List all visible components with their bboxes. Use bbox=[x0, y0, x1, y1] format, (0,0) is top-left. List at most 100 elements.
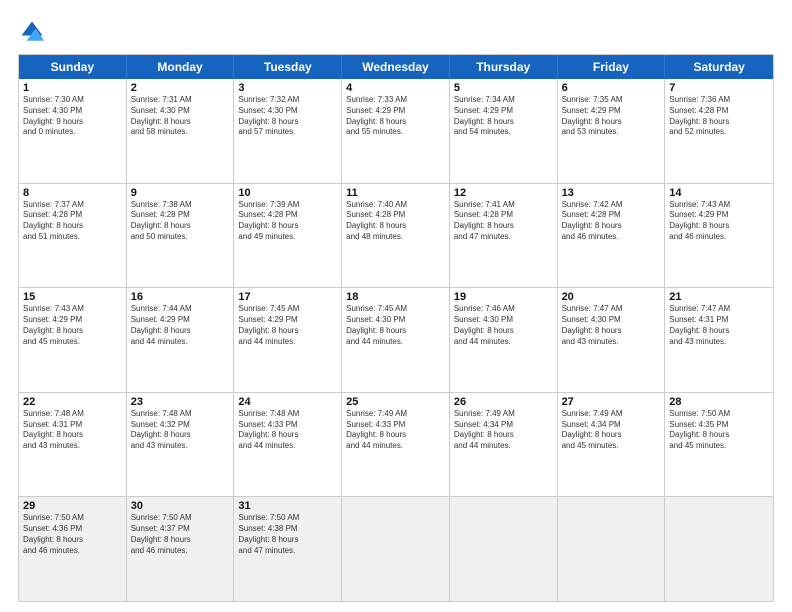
cell-text: Sunrise: 7:37 AMSunset: 4:28 PMDaylight:… bbox=[23, 200, 122, 243]
day-number: 7 bbox=[669, 82, 769, 94]
cell-text: Sunrise: 7:45 AMSunset: 4:29 PMDaylight:… bbox=[238, 304, 337, 347]
calendar-cell: 25Sunrise: 7:49 AMSunset: 4:33 PMDayligh… bbox=[342, 393, 450, 497]
calendar-cell: 16Sunrise: 7:44 AMSunset: 4:29 PMDayligh… bbox=[127, 288, 235, 392]
cell-text: Sunrise: 7:30 AMSunset: 4:30 PMDaylight:… bbox=[23, 95, 122, 138]
calendar-cell: 12Sunrise: 7:41 AMSunset: 4:28 PMDayligh… bbox=[450, 184, 558, 288]
calendar-cell bbox=[558, 497, 666, 601]
calendar-cell: 20Sunrise: 7:47 AMSunset: 4:30 PMDayligh… bbox=[558, 288, 666, 392]
cell-text: Sunrise: 7:45 AMSunset: 4:30 PMDaylight:… bbox=[346, 304, 445, 347]
header-day: Sunday bbox=[19, 55, 127, 79]
calendar: SundayMondayTuesdayWednesdayThursdayFrid… bbox=[18, 54, 774, 602]
day-number: 27 bbox=[562, 396, 661, 408]
day-number: 12 bbox=[454, 187, 553, 199]
calendar-row: 1Sunrise: 7:30 AMSunset: 4:30 PMDaylight… bbox=[19, 79, 773, 183]
calendar-cell: 17Sunrise: 7:45 AMSunset: 4:29 PMDayligh… bbox=[234, 288, 342, 392]
day-number: 13 bbox=[562, 187, 661, 199]
day-number: 24 bbox=[238, 396, 337, 408]
calendar-header: SundayMondayTuesdayWednesdayThursdayFrid… bbox=[19, 55, 773, 79]
day-number: 1 bbox=[23, 82, 122, 94]
calendar-cell: 1Sunrise: 7:30 AMSunset: 4:30 PMDaylight… bbox=[19, 79, 127, 183]
cell-text: Sunrise: 7:31 AMSunset: 4:30 PMDaylight:… bbox=[131, 95, 230, 138]
day-number: 29 bbox=[23, 500, 122, 512]
day-number: 3 bbox=[238, 82, 337, 94]
cell-text: Sunrise: 7:50 AMSunset: 4:36 PMDaylight:… bbox=[23, 513, 122, 556]
cell-text: Sunrise: 7:34 AMSunset: 4:29 PMDaylight:… bbox=[454, 95, 553, 138]
day-number: 30 bbox=[131, 500, 230, 512]
header-day: Friday bbox=[558, 55, 666, 79]
cell-text: Sunrise: 7:42 AMSunset: 4:28 PMDaylight:… bbox=[562, 200, 661, 243]
calendar-cell: 21Sunrise: 7:47 AMSunset: 4:31 PMDayligh… bbox=[665, 288, 773, 392]
cell-text: Sunrise: 7:44 AMSunset: 4:29 PMDaylight:… bbox=[131, 304, 230, 347]
calendar-row: 8Sunrise: 7:37 AMSunset: 4:28 PMDaylight… bbox=[19, 183, 773, 288]
day-number: 15 bbox=[23, 291, 122, 303]
calendar-row: 15Sunrise: 7:43 AMSunset: 4:29 PMDayligh… bbox=[19, 287, 773, 392]
day-number: 14 bbox=[669, 187, 769, 199]
calendar-cell: 5Sunrise: 7:34 AMSunset: 4:29 PMDaylight… bbox=[450, 79, 558, 183]
calendar-cell: 7Sunrise: 7:36 AMSunset: 4:28 PMDaylight… bbox=[665, 79, 773, 183]
cell-text: Sunrise: 7:47 AMSunset: 4:30 PMDaylight:… bbox=[562, 304, 661, 347]
header-day: Monday bbox=[127, 55, 235, 79]
calendar-cell: 23Sunrise: 7:48 AMSunset: 4:32 PMDayligh… bbox=[127, 393, 235, 497]
calendar-cell bbox=[665, 497, 773, 601]
header-day: Saturday bbox=[665, 55, 773, 79]
cell-text: Sunrise: 7:40 AMSunset: 4:28 PMDaylight:… bbox=[346, 200, 445, 243]
cell-text: Sunrise: 7:41 AMSunset: 4:28 PMDaylight:… bbox=[454, 200, 553, 243]
day-number: 5 bbox=[454, 82, 553, 94]
day-number: 28 bbox=[669, 396, 769, 408]
cell-text: Sunrise: 7:49 AMSunset: 4:33 PMDaylight:… bbox=[346, 409, 445, 452]
cell-text: Sunrise: 7:49 AMSunset: 4:34 PMDaylight:… bbox=[562, 409, 661, 452]
calendar-cell: 11Sunrise: 7:40 AMSunset: 4:28 PMDayligh… bbox=[342, 184, 450, 288]
calendar-cell: 2Sunrise: 7:31 AMSunset: 4:30 PMDaylight… bbox=[127, 79, 235, 183]
day-number: 21 bbox=[669, 291, 769, 303]
day-number: 20 bbox=[562, 291, 661, 303]
cell-text: Sunrise: 7:43 AMSunset: 4:29 PMDaylight:… bbox=[669, 200, 769, 243]
cell-text: Sunrise: 7:50 AMSunset: 4:35 PMDaylight:… bbox=[669, 409, 769, 452]
calendar-cell bbox=[450, 497, 558, 601]
cell-text: Sunrise: 7:48 AMSunset: 4:32 PMDaylight:… bbox=[131, 409, 230, 452]
logo-icon bbox=[18, 18, 46, 46]
cell-text: Sunrise: 7:39 AMSunset: 4:28 PMDaylight:… bbox=[238, 200, 337, 243]
day-number: 16 bbox=[131, 291, 230, 303]
calendar-cell: 30Sunrise: 7:50 AMSunset: 4:37 PMDayligh… bbox=[127, 497, 235, 601]
cell-text: Sunrise: 7:49 AMSunset: 4:34 PMDaylight:… bbox=[454, 409, 553, 452]
cell-text: Sunrise: 7:46 AMSunset: 4:30 PMDaylight:… bbox=[454, 304, 553, 347]
day-number: 2 bbox=[131, 82, 230, 94]
day-number: 23 bbox=[131, 396, 230, 408]
calendar-row: 22Sunrise: 7:48 AMSunset: 4:31 PMDayligh… bbox=[19, 392, 773, 497]
calendar-cell: 19Sunrise: 7:46 AMSunset: 4:30 PMDayligh… bbox=[450, 288, 558, 392]
calendar-cell: 28Sunrise: 7:50 AMSunset: 4:35 PMDayligh… bbox=[665, 393, 773, 497]
calendar-cell: 8Sunrise: 7:37 AMSunset: 4:28 PMDaylight… bbox=[19, 184, 127, 288]
page: SundayMondayTuesdayWednesdayThursdayFrid… bbox=[0, 0, 792, 612]
day-number: 4 bbox=[346, 82, 445, 94]
cell-text: Sunrise: 7:38 AMSunset: 4:28 PMDaylight:… bbox=[131, 200, 230, 243]
calendar-cell: 13Sunrise: 7:42 AMSunset: 4:28 PMDayligh… bbox=[558, 184, 666, 288]
calendar-cell: 15Sunrise: 7:43 AMSunset: 4:29 PMDayligh… bbox=[19, 288, 127, 392]
header-day: Tuesday bbox=[234, 55, 342, 79]
calendar-cell: 4Sunrise: 7:33 AMSunset: 4:29 PMDaylight… bbox=[342, 79, 450, 183]
calendar-cell: 18Sunrise: 7:45 AMSunset: 4:30 PMDayligh… bbox=[342, 288, 450, 392]
calendar-cell: 6Sunrise: 7:35 AMSunset: 4:29 PMDaylight… bbox=[558, 79, 666, 183]
calendar-cell: 10Sunrise: 7:39 AMSunset: 4:28 PMDayligh… bbox=[234, 184, 342, 288]
calendar-cell: 9Sunrise: 7:38 AMSunset: 4:28 PMDaylight… bbox=[127, 184, 235, 288]
day-number: 31 bbox=[238, 500, 337, 512]
calendar-body: 1Sunrise: 7:30 AMSunset: 4:30 PMDaylight… bbox=[19, 79, 773, 601]
cell-text: Sunrise: 7:50 AMSunset: 4:38 PMDaylight:… bbox=[238, 513, 337, 556]
day-number: 22 bbox=[23, 396, 122, 408]
day-number: 9 bbox=[131, 187, 230, 199]
day-number: 17 bbox=[238, 291, 337, 303]
cell-text: Sunrise: 7:43 AMSunset: 4:29 PMDaylight:… bbox=[23, 304, 122, 347]
day-number: 18 bbox=[346, 291, 445, 303]
cell-text: Sunrise: 7:48 AMSunset: 4:33 PMDaylight:… bbox=[238, 409, 337, 452]
calendar-cell: 14Sunrise: 7:43 AMSunset: 4:29 PMDayligh… bbox=[665, 184, 773, 288]
logo bbox=[18, 18, 50, 46]
day-number: 25 bbox=[346, 396, 445, 408]
calendar-cell: 31Sunrise: 7:50 AMSunset: 4:38 PMDayligh… bbox=[234, 497, 342, 601]
calendar-cell: 3Sunrise: 7:32 AMSunset: 4:30 PMDaylight… bbox=[234, 79, 342, 183]
cell-text: Sunrise: 7:33 AMSunset: 4:29 PMDaylight:… bbox=[346, 95, 445, 138]
day-number: 26 bbox=[454, 396, 553, 408]
day-number: 11 bbox=[346, 187, 445, 199]
day-number: 6 bbox=[562, 82, 661, 94]
cell-text: Sunrise: 7:50 AMSunset: 4:37 PMDaylight:… bbox=[131, 513, 230, 556]
cell-text: Sunrise: 7:32 AMSunset: 4:30 PMDaylight:… bbox=[238, 95, 337, 138]
calendar-cell: 26Sunrise: 7:49 AMSunset: 4:34 PMDayligh… bbox=[450, 393, 558, 497]
